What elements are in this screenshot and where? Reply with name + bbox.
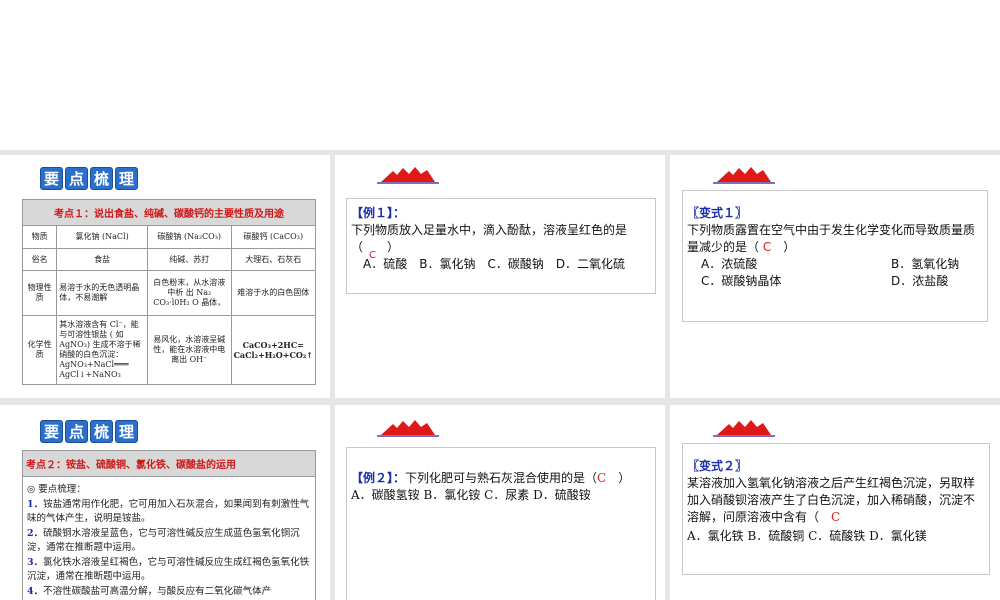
options: A．硫酸 B．氯化钠 C．碳酸钠 D．二氧化硫: [363, 257, 626, 271]
point: 3．氯化铁水溶液呈红褐色，它与可溶性碱反应生成红褐色氢氧化铁沉淀，通常在推断题中…: [27, 556, 311, 585]
table-cell: 物质: [21, 225, 58, 249]
badge: 梳: [90, 420, 113, 443]
point: 4．不溶性碳酸盐可高温分解，与酸反应有二氧化碳气体产: [27, 585, 311, 600]
variant-box: 〖变式１〗 下列物质露置在空气中由于发生化学变化而导致质量质量减少的是（ C ）…: [682, 190, 988, 322]
option: B．氢氧化钠: [891, 257, 960, 271]
question: 下列物质露置在空气中由于发生化学变化而导致质量质量减少的是（: [687, 223, 976, 254]
table-cell: 其水溶液含有 Cl⁻，能与可溶性银盐 ( 如 AgNO₃) 生成不溶于稀硝酸的白…: [56, 315, 148, 385]
badge: 点: [65, 420, 88, 443]
table-cell: 难溶于水的白色固体: [230, 270, 317, 316]
properties-table: 物质 氯化钠 (NaCl) 碳酸钠 (Na₂CO₃) 碳酸钙 (CaCO₃) 俗名 食盐…: [21, 225, 317, 385]
slide-thumbnail-6[interactable]: 〖变式２〗 某溶液加入氢氧化钠溶液之后产生红褐色沉淀，另取样加入硝酸钡溶液产生了…: [670, 405, 1000, 600]
answer: C: [762, 240, 772, 254]
badge: 梳: [90, 167, 113, 190]
question-close: ）: [783, 240, 796, 254]
editor-area: [0, 0, 1000, 150]
slide-thumbnail-4[interactable]: 要 点 梳 理 考点２：铵盐、硫酸铜、氯化铁、碳酸盐的运用 ◎ 要点梳理： 1．…: [0, 405, 330, 600]
table-cell: 碳酸钠 (Na₂CO₃): [146, 225, 232, 249]
table-cell: 氯化钠 (NaCl): [56, 225, 148, 249]
topic-header: 考点２：铵盐、硫酸铜、氯化铁、碳酸盐的运用: [22, 450, 316, 477]
badge: 要: [40, 420, 63, 443]
table-cell: 易溶于水的无色透明晶体，不易潮解: [56, 270, 148, 316]
options: A．氯化铁 B．硫酸铜 C．硫酸铁 D．氯化镁: [687, 529, 927, 543]
table-cell: 碳酸钙 (CaCO₃): [230, 225, 317, 249]
badge: 点: [65, 167, 88, 190]
question-text: 下列物质露置在空气中由于发生化学变化而导致质量质量减少的是（ C ）: [687, 222, 983, 256]
question-text: 下列物质放入足量水中，滴入酚酞，溶液呈红色的是（ ）: [351, 222, 651, 256]
point-text: 氯化铁水溶液呈红褐色，它与可溶性碱反应生成红褐色氢氧化铁沉淀，通常在推断题中运用…: [27, 556, 310, 583]
option: A．浓硫酸: [701, 257, 758, 271]
mountain-logo-icon: [377, 420, 439, 437]
question-text: 【例２】：下列化肥可与熟石灰混合使用的是（C ）: [351, 470, 651, 487]
table-cell: 易风化，水溶液呈碱性，能在水溶液中电离出 OH⁻: [146, 315, 232, 385]
table-cell: CaCO₃+2HC= CaCl₂+H₂O+CO₂↑: [230, 315, 317, 385]
point-number: 2．: [27, 527, 44, 539]
slide-thumbnail-2[interactable]: 【例１】： 下列物质放入足量水中，滴入酚酞，溶液呈红色的是（ ） C A．硫酸 B…: [335, 155, 665, 398]
option: D．浓盐酸: [891, 274, 949, 288]
point-text: 铵盐通常用作化肥，它可用加入石灰混合，如果闻到有刺激性气味的气体产生，说明是铵盐…: [27, 498, 310, 525]
table-cell: 物理性质: [21, 270, 58, 316]
mountain-logo-icon: [713, 420, 775, 437]
intro: ◎ 要点梳理：: [27, 484, 86, 495]
example-box: 【例２】：下列化肥可与熟石灰混合使用的是（C ） A．碳酸氢铵 B．氯化铵 C．…: [346, 447, 656, 600]
options-grid: A．浓硫酸 B．氢氧化钠 C．碳酸钠晶体 D．浓盐酸: [687, 256, 983, 290]
options: A．碳酸氢铵 B．氯化铵 C．尿素 D．硫酸铵: [351, 488, 591, 502]
point-number: 1．: [27, 498, 44, 510]
options-text: C A．硫酸 B．氯化钠 C．碳酸钠 D．二氧化硫: [351, 250, 651, 273]
table-cell: 化学性质: [21, 315, 58, 385]
example-box: 【例１】： 下列物质放入足量水中，滴入酚酞，溶液呈红色的是（ ） C A．硫酸 B…: [346, 198, 656, 294]
answer: C: [831, 510, 841, 524]
variant-box: 〖变式２〗 某溶液加入氢氧化钠溶液之后产生红褐色沉淀，另取样加入硝酸钡溶液产生了…: [682, 443, 990, 575]
answer: C: [369, 250, 376, 261]
badge: 理: [115, 420, 138, 443]
question-close: ）: [618, 471, 631, 485]
option: C．碳酸钠晶体: [701, 274, 782, 288]
slide-thumbnail-1[interactable]: 要 点 梳 理 考点１：说出食盐、纯碱、碳酸钙的主要性质及用途 物质 氯化钠 (N…: [0, 155, 330, 398]
point-text: 不溶性碳酸盐可高温分解，与酸反应有二氧化碳气体产: [43, 585, 272, 597]
question: 下列化肥可与熟石灰混合使用的是（: [405, 471, 598, 485]
point: 1．铵盐通常用作化肥，它可用加入石灰混合，如果闻到有刺激性气味的气体产生，说明是…: [27, 498, 311, 527]
mountain-logo-icon: [713, 167, 775, 184]
title-badges: 要 点 梳 理: [40, 167, 138, 190]
variant-label: 〖变式２〗: [687, 459, 748, 473]
table-cell: 俗名: [21, 248, 58, 271]
question: 下列物质放入足量水中，滴入酚酞，溶液呈红色的是（ ）: [351, 223, 628, 254]
point-number: 4．: [27, 585, 44, 597]
badge: 理: [115, 167, 138, 190]
example-label: 【例１】：: [351, 206, 406, 220]
point-number: 3．: [27, 556, 44, 568]
question-text: 某溶液加入氢氧化钠溶液之后产生红褐色沉淀，另取样加入硝酸钡溶液产生了白色沉淀，加…: [687, 475, 985, 526]
table-cell: 白色粉末，从水溶液中析 出 Na₂ CO₃·l0H₂ O 晶体，: [146, 270, 232, 316]
variant-label: 〖变式１〗: [687, 206, 748, 220]
table-cell: 大理石、石灰石: [230, 248, 317, 271]
key-points: ◎ 要点梳理： 1．铵盐通常用作化肥，它可用加入石灰混合，如果闻到有刺激性气味的…: [22, 477, 316, 600]
slide-thumbnail-5[interactable]: 【例２】：下列化肥可与熟石灰混合使用的是（C ） A．碳酸氢铵 B．氯化铵 C．…: [335, 405, 665, 600]
example-label: 【例２】：: [351, 471, 406, 485]
answer: C: [597, 471, 607, 485]
point-text: 硫酸铜水溶液呈蓝色，它与可溶性碱反应生成蓝色氢氧化铜沉淀，通常在推断题中运用。: [27, 527, 300, 554]
title-badges: 要 点 梳 理: [40, 420, 138, 443]
topic-header: 考点１：说出食盐、纯碱、碳酸钙的主要性质及用途: [22, 199, 316, 226]
point: 2．硫酸铜水溶液呈蓝色，它与可溶性碱反应生成蓝色氢氧化铜沉淀，通常在推断题中运用…: [27, 527, 311, 556]
badge: 要: [40, 167, 63, 190]
table-cell: 食盐: [56, 248, 148, 271]
mountain-logo-icon: [377, 167, 439, 184]
table-cell: 纯碱、苏打: [146, 248, 232, 271]
slide-thumbnail-3[interactable]: 〖变式１〗 下列物质露置在空气中由于发生化学变化而导致质量质量减少的是（ C ）…: [670, 155, 1000, 398]
